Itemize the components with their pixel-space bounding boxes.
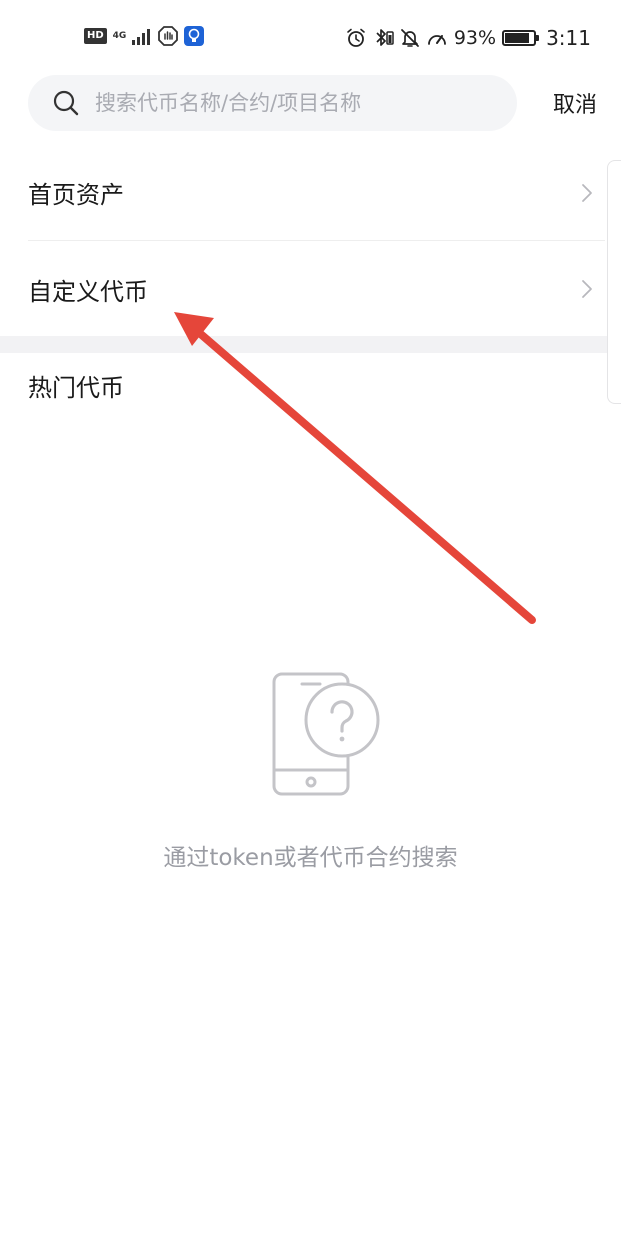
menu-item-label: 首页资产	[28, 181, 124, 209]
signal-icon	[132, 29, 151, 45]
section-divider	[0, 336, 621, 353]
search-icon	[51, 88, 81, 118]
clock: 3:11	[546, 26, 591, 50]
search-input[interactable]	[93, 90, 497, 116]
status-bar: HD 4G 93% 3:11	[0, 0, 621, 78]
side-scroll-handle[interactable]	[607, 160, 621, 404]
hd-icon: HD	[84, 28, 107, 44]
network-label: 4G	[112, 30, 127, 41]
menu-item-custom-token[interactable]: 自定义代币	[28, 241, 605, 337]
hot-tokens-title: 热门代币	[28, 374, 124, 402]
chevron-right-icon	[582, 280, 592, 298]
mute-bell-icon	[400, 29, 419, 47]
search-row: 取消	[0, 75, 621, 133]
alarm-icon	[347, 28, 365, 47]
cancel-button[interactable]: 取消	[517, 75, 621, 131]
status-right: 93% 3:11	[346, 26, 591, 50]
status-left: HD 4G	[84, 26, 205, 46]
chevron-right-icon	[582, 183, 592, 202]
menu-item-label: 自定义代币	[28, 277, 148, 306]
empty-state-text: 通过token或者代币合约搜索	[163, 845, 458, 871]
search-box[interactable]	[28, 75, 517, 131]
bulb-app-icon	[184, 26, 205, 46]
speed-gauge-icon	[427, 35, 446, 45]
vpn-hand-icon	[158, 26, 179, 46]
bluetooth-icon	[376, 29, 394, 46]
battery-percent: 93%	[453, 27, 497, 49]
phone-question-icon	[272, 672, 380, 796]
network-type: 4G	[112, 30, 127, 41]
battery-icon	[502, 30, 540, 46]
menu-item-home-assets[interactable]: 首页资产	[28, 145, 605, 241]
battery-fill	[505, 33, 530, 43]
